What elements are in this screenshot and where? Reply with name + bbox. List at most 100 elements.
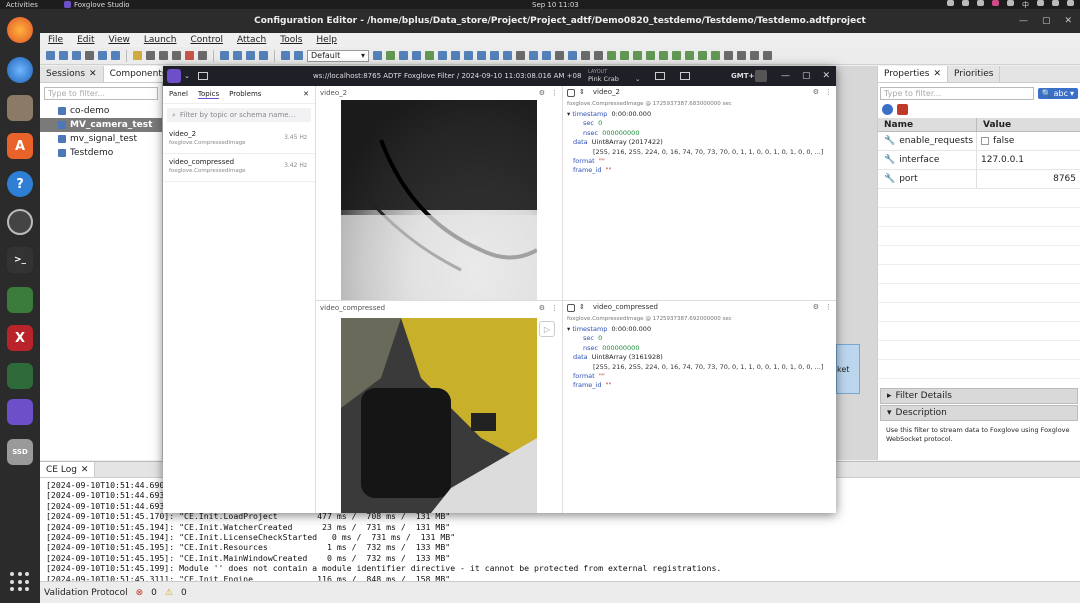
layout-selector[interactable]: LAYOUT Pink Crab ⌄ — [588, 69, 640, 83]
thunderbird-icon[interactable] — [7, 57, 33, 83]
tree-item-co-demo[interactable]: co-demo — [40, 104, 162, 118]
property-row-port[interactable]: 🔧 port 8765 — [878, 170, 1080, 189]
checkbox[interactable] — [981, 137, 989, 145]
tool-icon[interactable] — [646, 51, 655, 60]
files-icon[interactable] — [7, 95, 33, 121]
cut-icon[interactable] — [146, 51, 155, 60]
menu-tools[interactable]: Tools — [280, 35, 302, 45]
undo-icon[interactable] — [98, 51, 107, 60]
tool-icon[interactable] — [568, 51, 577, 60]
new-icon[interactable] — [46, 51, 55, 60]
tree-item-mv-camera-test[interactable]: MV_camera_test — [40, 118, 162, 132]
tool-icon[interactable] — [724, 51, 733, 60]
tree-item-testdemo[interactable]: Testdemo — [40, 146, 162, 160]
software-center-icon[interactable]: A — [7, 133, 33, 159]
maximize-icon[interactable]: ▢ — [802, 71, 811, 81]
tab-topics[interactable]: Topics — [197, 90, 220, 99]
menu-attach[interactable]: Attach — [237, 35, 266, 45]
filter-icon[interactable] — [373, 51, 382, 60]
tray-icon[interactable] — [992, 0, 999, 6]
left-sidebar-toggle-icon[interactable] — [655, 72, 665, 80]
settings-icon[interactable]: ⚙ — [539, 89, 545, 97]
tab-panel[interactable]: Panel — [169, 90, 188, 99]
settings-icon[interactable]: ⚙ — [813, 303, 819, 312]
topic-item-video-compressed[interactable]: video_compressed foxglove.CompressedImag… — [163, 154, 315, 182]
filter-details-section[interactable]: ▸ Filter Details — [880, 388, 1078, 404]
zoom-fit-icon[interactable] — [259, 51, 268, 60]
menu-view[interactable]: View — [109, 35, 130, 45]
more-icon[interactable]: ⋮ — [825, 88, 832, 97]
expand-icon[interactable]: ⇕ — [579, 303, 585, 312]
foxglove-logo[interactable] — [167, 69, 181, 83]
tool-icon[interactable] — [477, 51, 486, 60]
topic-item-video-2[interactable]: video_2 foxglove.CompressedImage 3.45 Hz — [163, 126, 315, 154]
minimize-icon[interactable]: — — [781, 71, 790, 81]
show-apps-icon[interactable] — [10, 572, 30, 592]
redo-icon[interactable] — [111, 51, 120, 60]
tool-icon[interactable] — [516, 51, 525, 60]
volume-icon[interactable] — [1052, 0, 1059, 6]
properties-filter-input[interactable]: Type to filter... — [880, 87, 1034, 100]
maximize-icon[interactable]: ▢ — [1042, 16, 1051, 26]
tool-icon[interactable] — [659, 51, 668, 60]
zoom-in-icon[interactable] — [220, 51, 229, 60]
tool-icon[interactable] — [399, 51, 408, 60]
tool-icon[interactable] — [555, 51, 564, 60]
edit-icon[interactable] — [133, 51, 142, 60]
layout-icon[interactable] — [281, 51, 290, 60]
menu-launch[interactable]: Launch — [144, 35, 177, 45]
menu-help[interactable]: Help — [316, 35, 337, 45]
ssd-drive-icon[interactable]: SSD — [7, 439, 33, 465]
network-icon[interactable] — [1037, 0, 1044, 6]
graph-icon[interactable] — [294, 51, 303, 60]
validation-protocol-tab[interactable]: Validation Protocol — [44, 588, 128, 598]
menu-file[interactable]: File — [48, 35, 63, 45]
more-icon[interactable]: ⋮ — [551, 89, 558, 97]
zoom-out-icon[interactable] — [233, 51, 242, 60]
property-row-interface[interactable]: 🔧 interface 127.0.0.1 — [878, 151, 1080, 170]
close-icon[interactable]: ✕ — [89, 69, 97, 79]
factory-icon[interactable] — [7, 363, 33, 389]
tool-icon[interactable] — [737, 51, 746, 60]
tray-icon[interactable] — [947, 0, 954, 6]
close-icon[interactable]: ✕ — [81, 465, 89, 475]
tool-icon[interactable] — [620, 51, 629, 60]
tool-icon[interactable] — [503, 51, 512, 60]
right-sidebar-toggle-icon[interactable] — [680, 72, 690, 80]
expand-icon[interactable]: ⇕ — [579, 88, 585, 97]
settings-icon[interactable]: ⚙ — [539, 304, 545, 312]
sessions-filter-input[interactable]: Type to filter... — [44, 87, 158, 100]
close-icon[interactable]: ✕ — [933, 69, 941, 79]
rename-icon[interactable] — [198, 51, 207, 60]
tool-icon[interactable] — [490, 51, 499, 60]
camera-image[interactable] — [341, 318, 537, 513]
close-icon[interactable]: ✕ — [303, 90, 309, 98]
tool-icon[interactable] — [425, 51, 434, 60]
close-icon[interactable]: ✕ — [1064, 16, 1072, 26]
save-all-icon[interactable] — [72, 51, 81, 60]
tool-icon[interactable] — [529, 51, 538, 60]
tab-sessions[interactable]: Sessions ✕ — [40, 66, 104, 82]
tool-icon[interactable] — [607, 51, 616, 60]
tool-icon[interactable] — [542, 51, 551, 60]
abc-filter-button[interactable]: 🔍 abc ▾ — [1037, 88, 1078, 99]
settings-icon[interactable] — [85, 51, 94, 60]
topic-filter-input[interactable]: ⌕ Filter by topic or schema name… — [167, 108, 311, 122]
tool-icon[interactable] — [451, 51, 460, 60]
home-icon[interactable] — [897, 104, 908, 115]
power-icon[interactable] — [1067, 0, 1074, 6]
panel-layout-icon[interactable] — [197, 72, 208, 80]
menu-control[interactable]: Control — [190, 35, 223, 45]
chevron-down-icon[interactable]: ⌄ — [184, 72, 190, 80]
tray-icon[interactable] — [962, 0, 969, 6]
gear-icon[interactable] — [763, 51, 772, 60]
play-button[interactable]: ▷ — [539, 321, 555, 337]
fit-icon[interactable] — [246, 51, 255, 60]
close-icon[interactable]: ✕ — [822, 71, 830, 81]
refresh-icon[interactable] — [882, 104, 893, 115]
tool-icon[interactable] — [633, 51, 642, 60]
tool-icon[interactable] — [685, 51, 694, 60]
tool-icon[interactable] — [672, 51, 681, 60]
tool-icon[interactable] — [581, 51, 590, 60]
tool-icon[interactable] — [412, 51, 421, 60]
